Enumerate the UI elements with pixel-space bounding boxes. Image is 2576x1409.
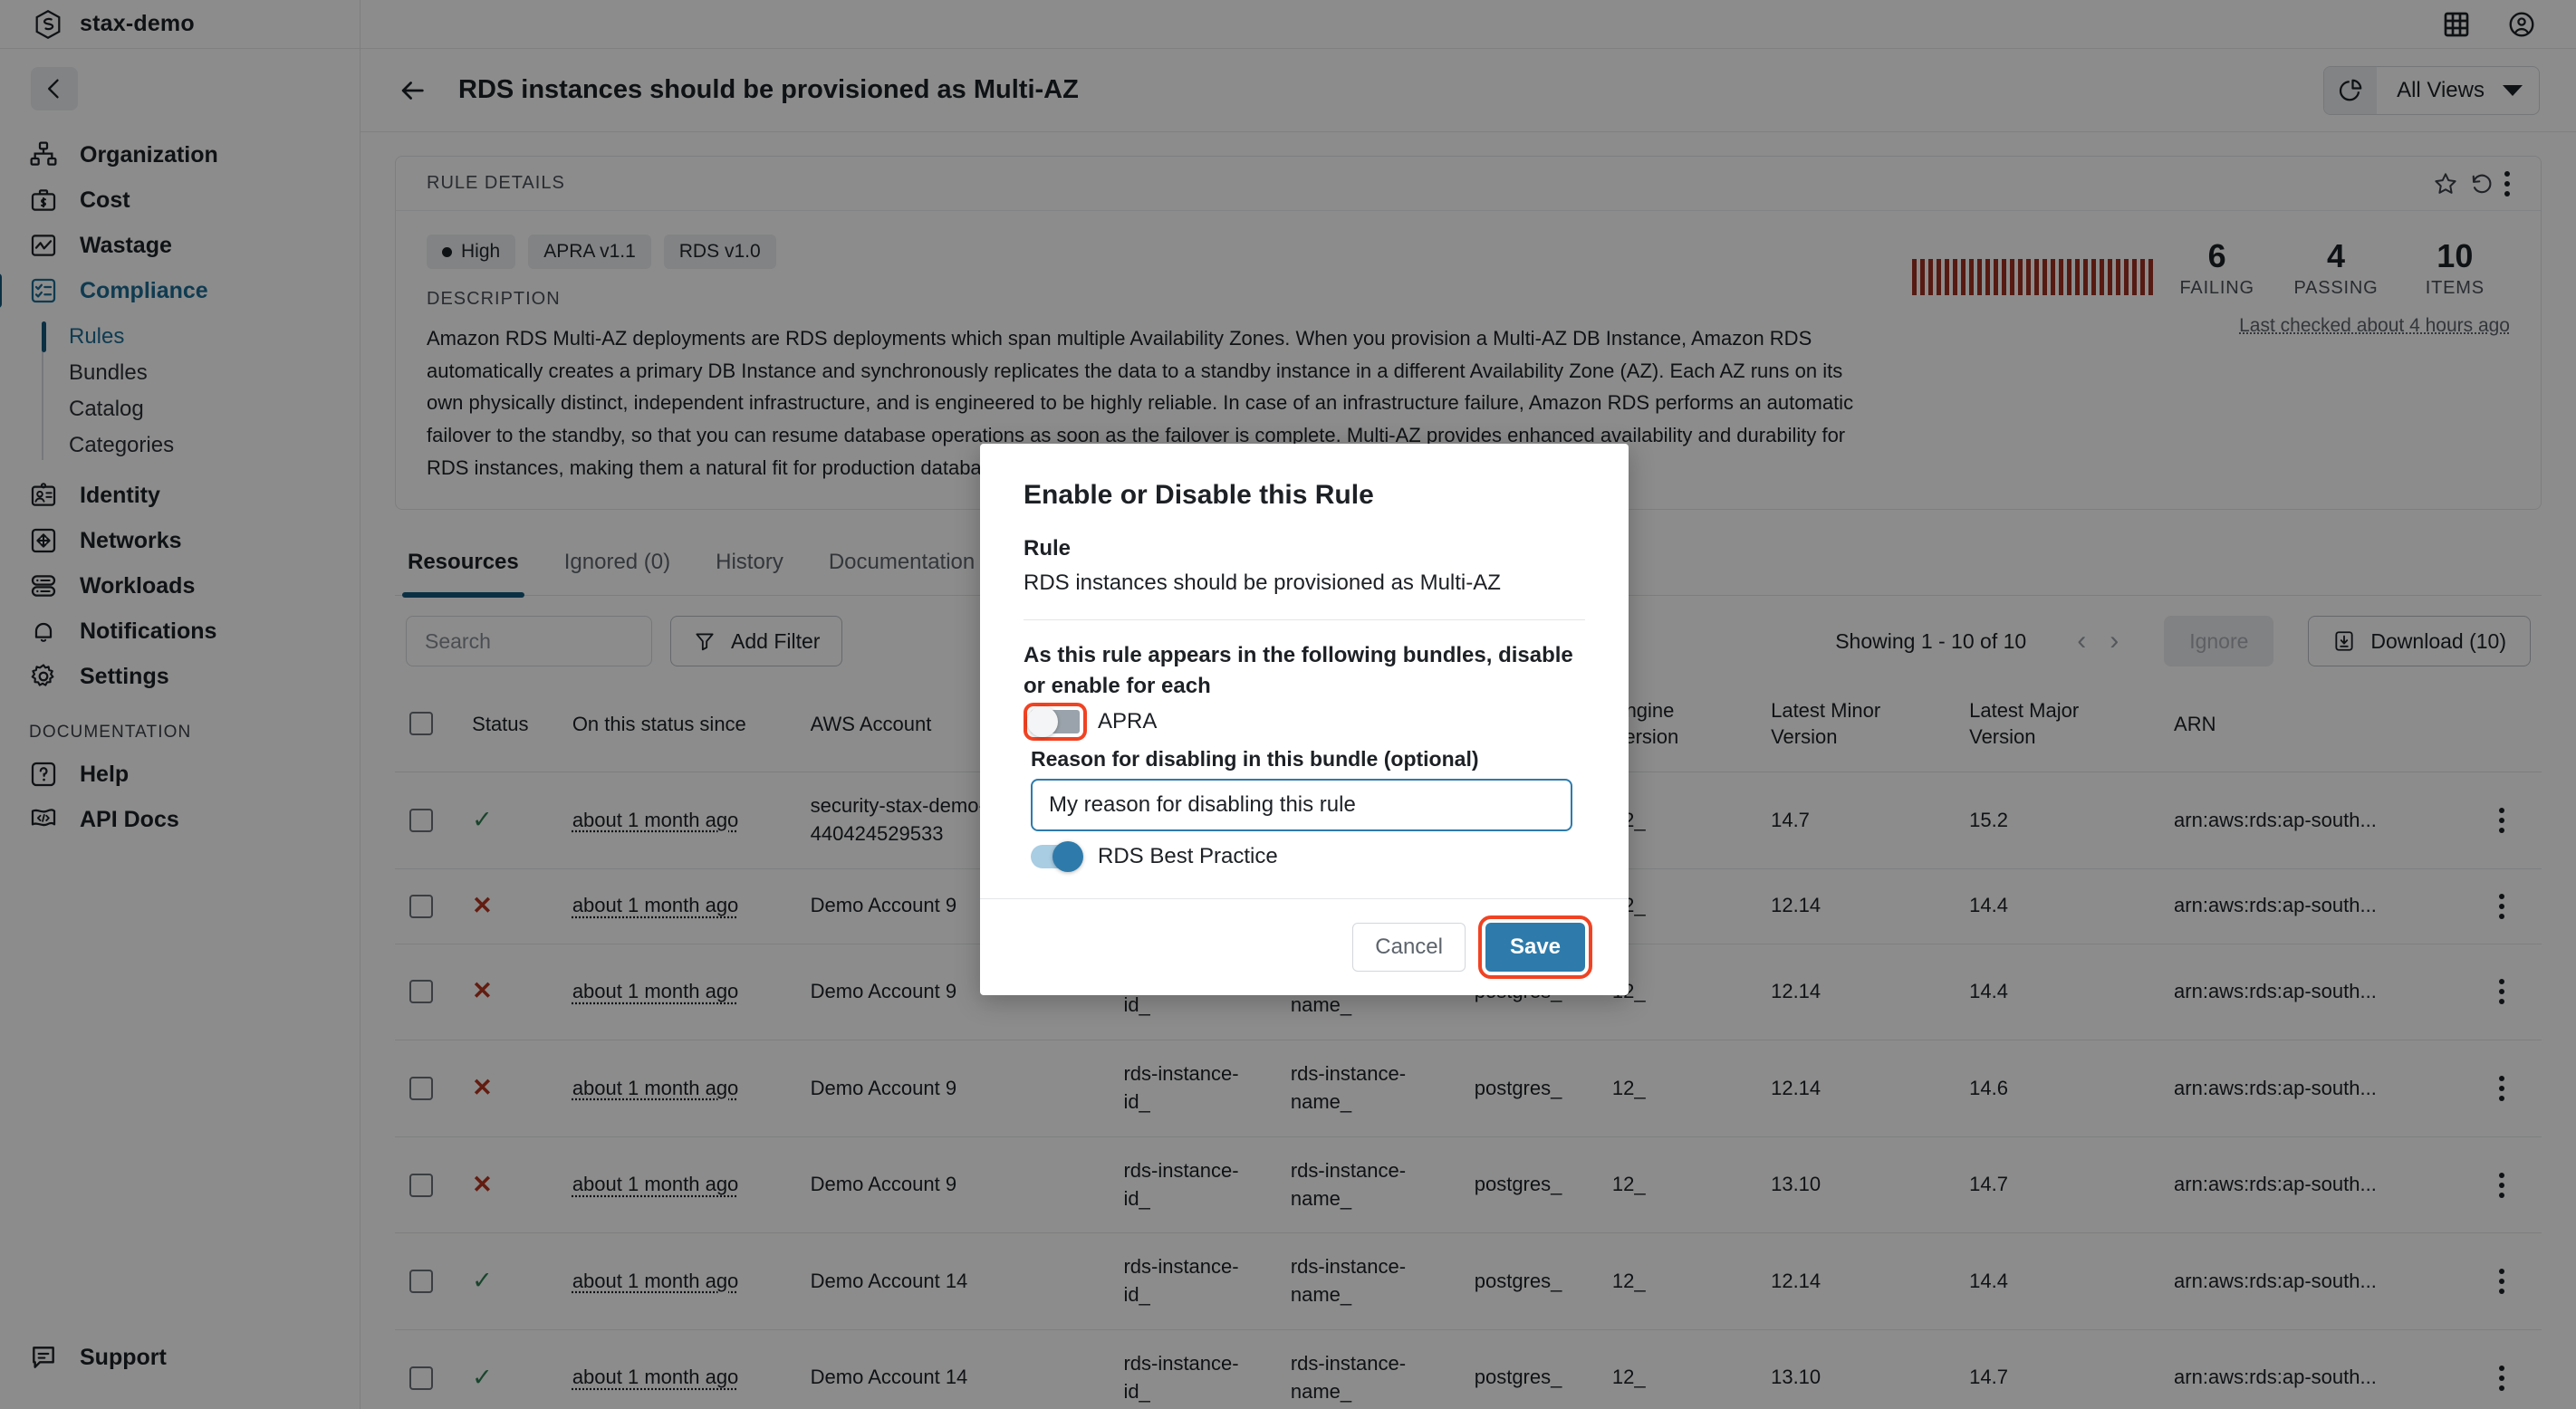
dialog-body: Enable or Disable this Rule Rule RDS ins…	[980, 444, 1629, 878]
screen: stax-demo Organization Cost Wastage Comp…	[0, 0, 2576, 1409]
bundle-row-rds-best-practice: RDS Best Practice	[1024, 841, 1585, 873]
toggle-knob	[1027, 706, 1058, 738]
dialog-rule-label: Rule	[1024, 536, 1072, 561]
enable-disable-rule-dialog: Enable or Disable this Rule Rule RDS ins…	[980, 444, 1629, 996]
cancel-button[interactable]: Cancel	[1352, 923, 1466, 973]
bundle-toggle-rds-best-practice[interactable]	[1031, 841, 1083, 873]
dialog-divider	[1024, 619, 1585, 620]
bundle-row-apra: APRA	[1024, 703, 1585, 742]
modal-layer: Enable or Disable this Rule Rule RDS ins…	[0, 0, 2576, 1409]
bundle-name: APRA	[1098, 709, 1158, 734]
dialog-rule-name: RDS instances should be provisioned as M…	[1024, 570, 1501, 595]
dialog-instructions: As this rule appears in the following bu…	[1024, 643, 1573, 699]
dialog-footer: Cancel Save	[980, 898, 1629, 995]
bundle-name: RDS Best Practice	[1098, 844, 1278, 869]
reason-label: Reason for disabling in this bundle (opt…	[1031, 747, 1479, 772]
save-button[interactable]: Save	[1478, 915, 1592, 980]
dialog-title: Enable or Disable this Rule	[1024, 480, 1374, 510]
toggle-knob	[1053, 841, 1083, 873]
bundle-toggle-apra[interactable]	[1024, 703, 1087, 742]
reason-input[interactable]	[1031, 779, 1572, 832]
